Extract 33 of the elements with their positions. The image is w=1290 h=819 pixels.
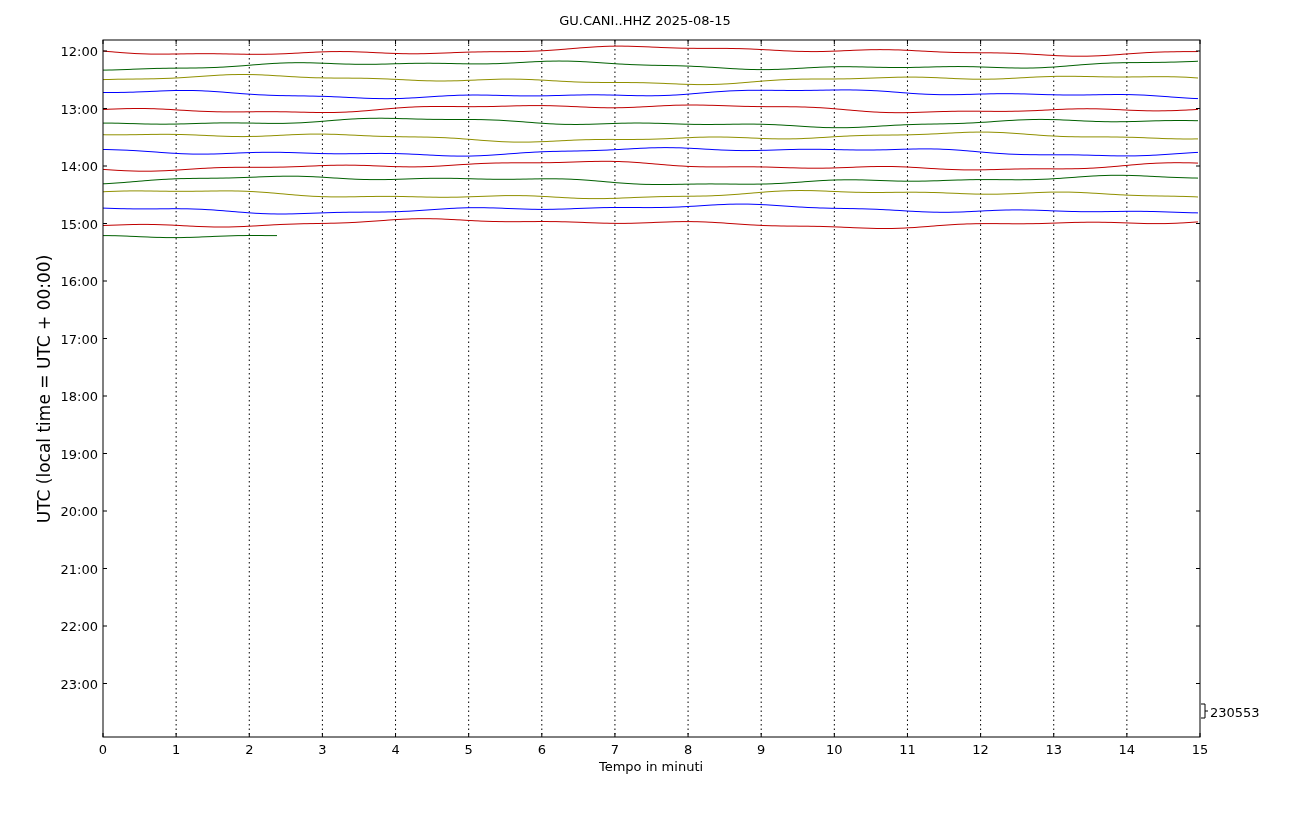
x-axis-label: Tempo in minuti	[598, 759, 704, 774]
x-tick-label: 2	[245, 742, 254, 757]
y-tick-label: 18:00	[60, 389, 98, 404]
scale-bracket	[1200, 703, 1209, 719]
x-tick-label: 15	[1191, 742, 1209, 757]
x-tick-label: 1	[172, 742, 181, 757]
y-tick-label: 12:00	[60, 44, 98, 59]
x-tick-label: 8	[683, 742, 693, 757]
x-tick-label: 12	[972, 742, 989, 757]
x-tick-label: 3	[318, 742, 327, 757]
scale-label: 230553	[1210, 705, 1260, 720]
x-tick-label: 5	[464, 742, 473, 757]
y-tick-label: 17:00	[60, 331, 98, 347]
y-tick-label: 20:00	[60, 504, 98, 519]
y-tick-label: 14:00	[60, 159, 98, 174]
y-tick-label: 23:00	[60, 676, 98, 692]
x-tick-label: 4	[391, 742, 400, 757]
x-tick-label: 11	[899, 742, 916, 757]
y-tick-label: 13:00	[60, 101, 98, 117]
x-tick-label: 6	[537, 742, 546, 757]
chart-title: GU.CANI..HHZ 2025-08-15	[559, 13, 731, 28]
y-tick-label: 19:00	[60, 446, 98, 462]
y-tick-label: 16:00	[60, 274, 98, 289]
x-tick-label: 0	[98, 742, 108, 757]
y-tick-label: 21:00	[60, 561, 98, 577]
y-tick-label: 15:00	[60, 216, 98, 232]
x-tick-label: 9	[757, 742, 766, 757]
x-tick-label: 14	[1118, 742, 1136, 757]
x-tick-label: 10	[826, 742, 843, 757]
x-tick-label: 7	[610, 742, 620, 757]
y-tick-label: 22:00	[60, 619, 98, 634]
y-axis-label: UTC (local time = UTC + 00:00)	[34, 254, 54, 524]
x-tick-label: 13	[1045, 742, 1062, 757]
